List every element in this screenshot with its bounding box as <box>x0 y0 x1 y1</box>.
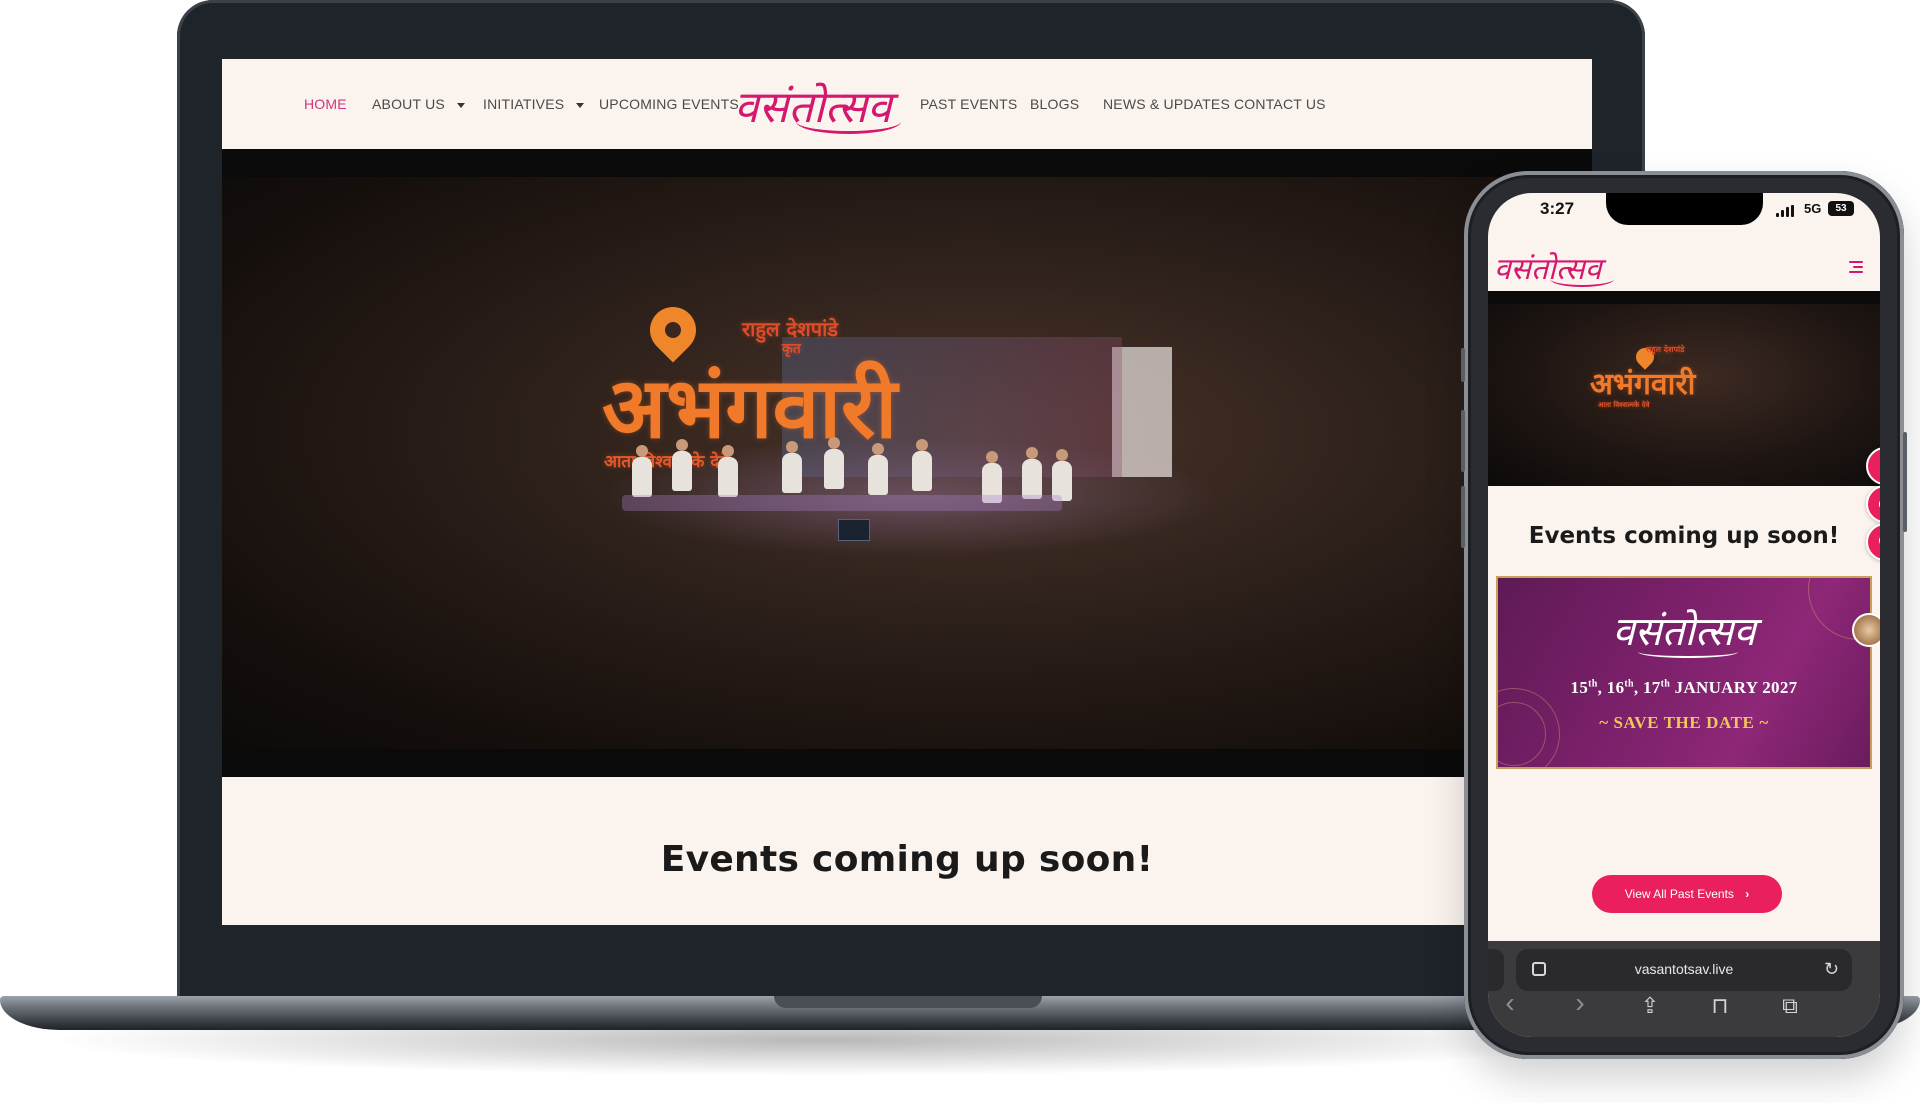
status-time: 3:27 <box>1540 199 1575 218</box>
battery-icon: 53 <box>1828 201 1854 216</box>
nav-blogs[interactable]: BLOGS <box>1030 96 1079 112</box>
stage-platform <box>622 495 1062 511</box>
phone-events-heading: Events coming up soon! <box>1528 523 1840 549</box>
phone-hero-video[interactable]: अभंगवारी राहुल देशपांडे आता विश्वात्मके … <box>1488 304 1880 486</box>
phone-status-bar: 3:27 5G 53 <box>1488 193 1880 239</box>
nav-news-updates[interactable]: NEWS & UPDATES <box>1103 96 1230 112</box>
safari-url: vasantotsav.live <box>1634 961 1734 977</box>
performer <box>672 439 692 491</box>
network-label: 5G <box>1804 201 1822 216</box>
events-section: Events coming up soon! <box>222 777 1592 925</box>
events-heading: Events coming up soon! <box>660 839 1154 880</box>
logo-swash <box>1550 271 1614 287</box>
performer <box>718 445 738 497</box>
hamburger-menu-icon[interactable] <box>1849 261 1863 276</box>
laptop-screen: HOME ABOUT US INITIATIVES UPCOMING EVENT… <box>222 59 1592 925</box>
date-suffix: th <box>1588 678 1598 690</box>
nav-initiatives[interactable]: INITIATIVES <box>483 96 585 112</box>
logo-swash <box>796 109 901 134</box>
phone-divider <box>1488 291 1880 304</box>
dynamic-island <box>1606 193 1763 225</box>
phone-side-button <box>1903 432 1907 532</box>
save-the-date-label: ~ SAVE THE DATE ~ <box>1599 713 1769 732</box>
performer <box>1022 447 1042 499</box>
nav-about-us-label: ABOUT US <box>372 96 445 112</box>
forward-icon[interactable]: › <box>1560 987 1600 1019</box>
back-icon[interactable]: ‹ <box>1490 987 1530 1019</box>
date-2: 16 <box>1606 678 1625 697</box>
phone-hero-title: अभंगवारी <box>1590 367 1696 402</box>
stage-monitor <box>838 519 870 541</box>
nav-contact-us[interactable]: CONTACT US <box>1234 96 1326 112</box>
hero-video[interactable]: अभंगवारी राहुल देशपांडे कृत आता विश्वात्… <box>222 177 1592 749</box>
site-logo[interactable]: वसंतोत्सव <box>726 63 906 145</box>
bookmarks-icon[interactable]: ⊓ <box>1700 993 1740 1019</box>
logo-swash <box>1638 646 1738 658</box>
phone-side-button <box>1461 486 1465 548</box>
nav-past-events[interactable]: PAST EVENTS <box>920 96 1017 112</box>
nav-upcoming-events[interactable]: UPCOMING EVENTS <box>599 96 739 112</box>
safari-toolbar: vasantotsav.live ↻ ‹ › ⇪ ⊓ ⧉ <box>1488 941 1880 1037</box>
hero-subtitle: राहुल देशपांडे <box>742 317 838 341</box>
view-all-past-events-button[interactable]: View All Past Events › <box>1592 875 1782 913</box>
date-suffix: th <box>1624 678 1634 690</box>
site-header: HOME ABOUT US INITIATIVES UPCOMING EVENT… <box>222 59 1592 149</box>
share-icon[interactable]: ⇪ <box>1630 993 1670 1019</box>
previous-tab-peek[interactable] <box>1488 949 1504 991</box>
hero-subtitle-2: कृत <box>782 341 801 357</box>
chevron-down-icon <box>456 102 465 108</box>
laptop-trackpad-notch <box>774 996 1042 1008</box>
phone-hero-tagline: आता विश्वात्मके देवे <box>1598 400 1650 409</box>
phone-screen: 3:27 5G 53 वसंतोत्सव अभंगवारी राहुल देशप… <box>1488 193 1880 1037</box>
instagram-icon[interactable]: ◎ <box>1866 485 1880 523</box>
hero-tagline: आता विश्वात्मके देवे <box>604 452 729 472</box>
date-suffix: th <box>1660 678 1671 690</box>
phone-hero-subtitle: राहुल देशपांडे <box>1646 344 1685 354</box>
hero-title: अभंगवारी <box>602 358 898 457</box>
chevron-right-icon: › <box>1745 887 1750 901</box>
signal-icon <box>1776 205 1796 217</box>
gallery-thumbnail <box>1852 613 1880 647</box>
phone-site-header: वसंतोत्सव <box>1488 239 1880 291</box>
phone-site-logo[interactable]: वसंतोत्सव <box>1494 241 1624 291</box>
performer <box>868 443 888 495</box>
view-all-past-events-label: View All Past Events <box>1624 887 1734 901</box>
performer <box>632 445 652 497</box>
reload-icon[interactable]: ↻ <box>1824 959 1839 980</box>
tabs-icon[interactable]: ⧉ <box>1770 993 1810 1019</box>
phone-side-button <box>1461 410 1465 472</box>
performer <box>912 439 932 491</box>
save-the-date-card[interactable]: वसंतोत्सव 15th, 16th, 17th JANUARY 2027 … <box>1496 576 1872 769</box>
phone-side-button <box>1461 348 1465 382</box>
nav-initiatives-label: INITIATIVES <box>483 96 565 112</box>
date-3: 17 <box>1642 678 1661 697</box>
date-month-year: JANUARY 2027 <box>1674 678 1798 697</box>
card-dates: 15th, 16th, 17th JANUARY 2027 <box>1570 678 1798 697</box>
nav-home[interactable]: HOME <box>304 96 347 112</box>
chevron-down-icon <box>576 102 585 108</box>
performer <box>782 441 802 493</box>
performer <box>824 437 844 489</box>
safari-address-bar[interactable]: vasantotsav.live ↻ <box>1516 949 1852 991</box>
date-1: 15 <box>1570 678 1589 697</box>
nav-about-us[interactable]: ABOUT US <box>372 96 465 112</box>
